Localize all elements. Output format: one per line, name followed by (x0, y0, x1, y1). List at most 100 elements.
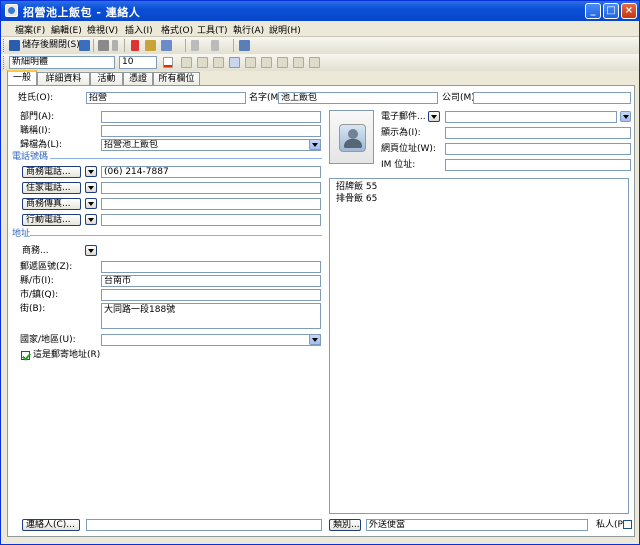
home-phone-dropdown-icon[interactable] (85, 182, 97, 193)
close-button[interactable]: × (621, 3, 637, 19)
mailing-address-label: 這是郵寄地址(R) (33, 350, 101, 360)
street-label: 街(B): (20, 304, 46, 314)
standard-toolbar: 儲存後關閉(S) (1, 37, 639, 54)
department-input[interactable] (101, 111, 321, 123)
menu-edit[interactable]: 編輯(E) (51, 23, 82, 36)
font-name-select[interactable]: 新細明體 (9, 56, 115, 69)
font-size-select[interactable]: 10 (119, 56, 157, 69)
contact-icon[interactable] (161, 40, 172, 51)
private-checkbox[interactable] (623, 520, 632, 529)
zip-label: 郵遞區號(Z): (20, 262, 73, 272)
tab-details[interactable]: 詳細資料 (37, 72, 90, 85)
next-item-icon[interactable] (211, 40, 219, 51)
private-label: 私人(P) (596, 520, 627, 530)
minimize-button[interactable]: _ (585, 3, 601, 19)
display-as-input[interactable] (445, 127, 631, 139)
company-input[interactable] (473, 92, 631, 104)
menu-tools[interactable]: 工具(T) (197, 23, 228, 36)
im-address-input[interactable] (445, 159, 631, 171)
web-address-input[interactable] (445, 143, 631, 155)
job-title-input[interactable] (101, 125, 321, 137)
window-title: 招營池上飯包 - 連絡人 (23, 6, 141, 19)
city-input[interactable] (101, 289, 321, 301)
tab-certificates[interactable]: 憑證 (123, 72, 153, 85)
email-label[interactable]: 電子郵件... (381, 112, 426, 123)
underline-icon[interactable] (213, 57, 224, 68)
email-input[interactable] (445, 111, 617, 123)
mobile-phone-input[interactable] (101, 214, 321, 226)
business-phone-input[interactable]: (06) 214-7887 (101, 166, 321, 178)
phone-section-title: 電話號碼 (12, 152, 49, 162)
mobile-phone-dropdown-icon[interactable] (85, 214, 97, 225)
address-type-label[interactable]: 商務... (22, 246, 49, 257)
street-input[interactable]: 大同路一段188號 (101, 303, 321, 329)
email-dropdown-icon[interactable] (428, 111, 440, 122)
italic-icon[interactable] (197, 57, 208, 68)
bold-icon[interactable] (181, 57, 192, 68)
align-left-icon[interactable] (229, 57, 240, 68)
mailing-address-checkbox[interactable] (21, 351, 30, 360)
display-as-label: 顯示為(I): (381, 128, 421, 138)
contact-app-icon (5, 4, 18, 17)
increase-indent-icon[interactable] (309, 57, 320, 68)
home-phone-button[interactable]: 住家電話... (22, 182, 81, 194)
menu-help[interactable]: 說明(H) (269, 23, 301, 36)
last-name-input[interactable]: 招營 (86, 92, 246, 104)
city-label: 市/鎮(Q): (20, 290, 59, 300)
menu-actions[interactable]: 執行(A) (233, 23, 264, 36)
categories-button[interactable]: 類別... (329, 519, 361, 531)
web-address-label: 網頁位址(W): (381, 144, 436, 154)
categories-input[interactable]: 外送便當 (366, 519, 588, 531)
tab-general[interactable]: 一般 (7, 70, 37, 85)
contacts-button[interactable]: 連絡人(C)... (22, 519, 80, 531)
save-close-button[interactable]: 儲存後關閉(S) (22, 39, 80, 52)
attach-icon[interactable] (112, 40, 118, 51)
country-dropdown-icon[interactable] (309, 334, 321, 345)
menu-view[interactable]: 檢視(V) (87, 23, 118, 36)
file-as-dropdown-icon[interactable] (309, 139, 321, 150)
general-panel: 姓氏(O): 招營 名字(M): 池上飯包 公司(M): 部門(A): 職稱(I… (7, 85, 635, 537)
font-color-icon[interactable] (163, 57, 173, 68)
toolbar-grip (3, 56, 6, 69)
maximize-button[interactable]: □ (603, 3, 619, 19)
notes-area[interactable]: 招牌飯 55 排骨飯 65 (329, 178, 629, 514)
address-card-icon[interactable] (145, 40, 156, 51)
first-name-input[interactable]: 池上飯包 (278, 92, 438, 104)
im-address-label: IM 位址: (381, 160, 416, 170)
align-center-icon[interactable] (245, 57, 256, 68)
save-disk-icon[interactable] (79, 40, 90, 51)
contact-window: 招營池上飯包 - 連絡人 _ □ × 檔案(F) 編輯(E) 檢視(V) 插入(… (0, 0, 640, 545)
menu-bar: 檔案(F) 編輯(E) 檢視(V) 插入(I) 格式(O) 工具(T) 執行(A… (1, 21, 639, 37)
address-type-dropdown-icon[interactable] (85, 245, 97, 256)
flag-icon[interactable] (131, 40, 139, 51)
toolbar-grip (3, 39, 6, 52)
title-bar: 招營池上飯包 - 連絡人 _ □ × (1, 1, 639, 21)
file-as-select[interactable]: 招營池上飯包 (101, 139, 321, 151)
tab-activities[interactable]: 活動 (90, 72, 123, 85)
home-phone-input[interactable] (101, 182, 321, 194)
menu-format[interactable]: 格式(O) (161, 23, 193, 36)
contacts-input[interactable] (86, 519, 322, 531)
address-book-icon[interactable] (620, 111, 631, 122)
options-icon[interactable] (239, 40, 250, 51)
prev-item-icon[interactable] (191, 40, 199, 51)
zip-input[interactable] (101, 261, 321, 273)
mobile-phone-button[interactable]: 行動電話... (22, 214, 81, 226)
phone-section-divider (50, 158, 322, 159)
print-icon[interactable] (98, 40, 109, 51)
business-fax-button[interactable]: 商務傳真... (22, 198, 81, 210)
country-select[interactable] (101, 334, 321, 346)
county-input[interactable]: 台南市 (101, 275, 321, 287)
align-right-icon[interactable] (261, 57, 272, 68)
decrease-indent-icon[interactable] (293, 57, 304, 68)
save-icon (9, 40, 20, 51)
business-fax-dropdown-icon[interactable] (85, 198, 97, 209)
menu-file[interactable]: 檔案(F) (15, 23, 45, 36)
business-fax-input[interactable] (101, 198, 321, 210)
menu-insert[interactable]: 插入(I) (125, 23, 153, 36)
bullets-icon[interactable] (277, 57, 288, 68)
business-phone-dropdown-icon[interactable] (85, 166, 97, 177)
tab-all-fields[interactable]: 所有欄位 (153, 72, 200, 85)
contact-photo[interactable] (329, 110, 374, 164)
business-phone-button[interactable]: 商務電話... (22, 166, 81, 178)
